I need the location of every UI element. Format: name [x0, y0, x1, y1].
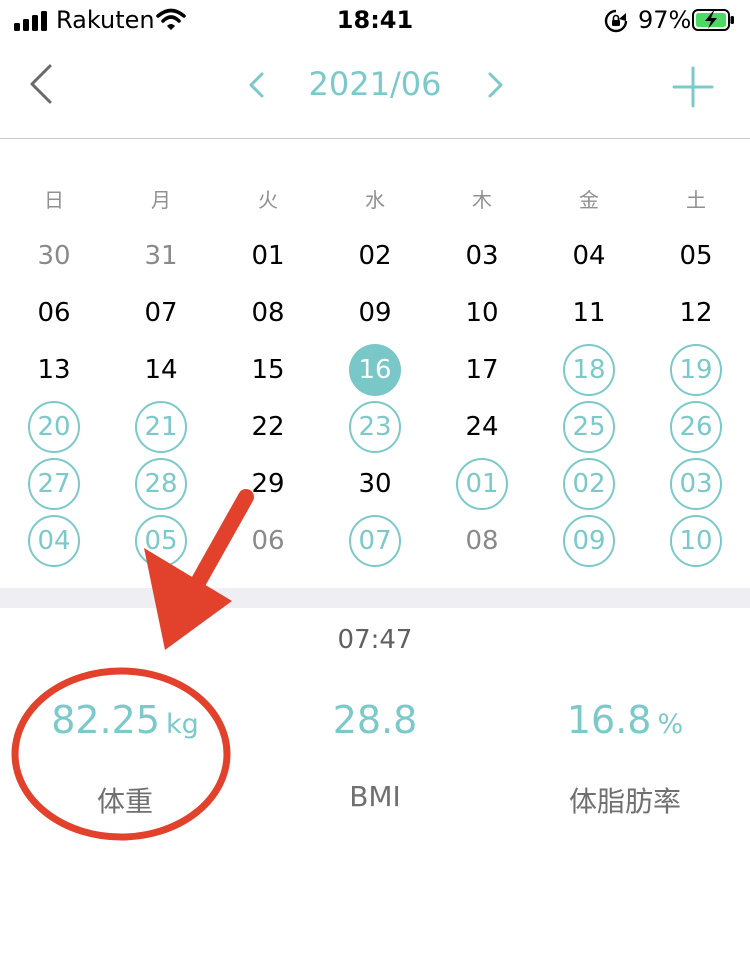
weight-label: 体重 — [96, 785, 153, 818]
weight-value: 82.25 kg — [10, 696, 240, 749]
month-title: 2021/06 — [308, 65, 442, 103]
battery-charging-icon — [692, 9, 734, 31]
weight-unit: kg — [166, 709, 199, 740]
calendar-day[interactable]: 08 — [456, 515, 508, 567]
calendar-day[interactable]: 30 — [349, 458, 401, 510]
battery-percentage: 97% — [638, 6, 692, 34]
calendar-day[interactable]: 19 — [670, 344, 722, 396]
calendar-day[interactable]: 16 — [349, 344, 401, 396]
next-month-button[interactable] — [480, 68, 510, 102]
calendar-day[interactable]: 03 — [456, 230, 508, 282]
calendar-day[interactable]: 06 — [242, 515, 294, 567]
calendar-day[interactable]: 22 — [242, 401, 294, 453]
annotation-arrow-shaft — [188, 489, 254, 594]
nav-bar: 2021/06 — [0, 42, 750, 139]
section-divider — [0, 588, 750, 608]
measurement-time: 07:47 — [337, 625, 413, 655]
calendar-day[interactable]: 01 — [242, 230, 294, 282]
calendar-day[interactable]: 13 — [28, 344, 80, 396]
calendar-day[interactable]: 02 — [563, 458, 615, 510]
calendar-day[interactable]: 23 — [349, 401, 401, 453]
calendar-day[interactable]: 29 — [242, 458, 294, 510]
calendar-day[interactable]: 14 — [135, 344, 187, 396]
weekday-label: 火 — [258, 188, 278, 212]
calendar-day[interactable]: 18 — [563, 344, 615, 396]
calendar-day[interactable]: 07 — [349, 515, 401, 567]
calendar-day[interactable]: 12 — [670, 287, 722, 339]
body-fat-label: 体脂肪率 — [568, 785, 681, 818]
calendar-day[interactable]: 09 — [349, 287, 401, 339]
calendar-day[interactable]: 21 — [135, 401, 187, 453]
calendar-day[interactable]: 27 — [28, 458, 80, 510]
rotation-lock-icon — [604, 9, 628, 33]
calendar-day[interactable]: 28 — [135, 458, 187, 510]
weekday-label: 日 — [44, 188, 64, 212]
weekday-label: 木 — [472, 188, 492, 212]
calendar-day[interactable]: 01 — [456, 458, 508, 510]
calendar-day[interactable]: 04 — [28, 515, 80, 567]
calendar-day[interactable]: 07 — [135, 287, 187, 339]
calendar-day[interactable]: 06 — [28, 287, 80, 339]
calendar-day[interactable]: 08 — [242, 287, 294, 339]
bmi-label: BMI — [349, 780, 401, 813]
app-screen: Rakuten 18:41 97% 2021/06 日 月 火 水 木 金 土 … — [0, 0, 750, 970]
weekday-label: 水 — [365, 188, 385, 212]
calendar-day[interactable]: 11 — [563, 287, 615, 339]
prev-month-button[interactable] — [242, 68, 272, 102]
calendar-day[interactable]: 24 — [456, 401, 508, 453]
add-record-button[interactable] — [670, 64, 716, 110]
calendar-day[interactable]: 20 — [28, 401, 80, 453]
calendar-day[interactable]: 03 — [670, 458, 722, 510]
calendar-day[interactable]: 25 — [563, 401, 615, 453]
calendar-day[interactable]: 10 — [670, 515, 722, 567]
calendar-day[interactable]: 17 — [456, 344, 508, 396]
body-fat-unit: % — [657, 709, 684, 740]
calendar-day[interactable]: 09 — [563, 515, 615, 567]
weekday-label: 土 — [686, 188, 706, 212]
calendar-day[interactable]: 30 — [28, 230, 80, 282]
body-fat-value: 16.8% — [510, 696, 740, 749]
weekday-label: 月 — [151, 188, 171, 212]
calendar-day[interactable]: 02 — [349, 230, 401, 282]
bmi-value: 28.8 — [332, 698, 418, 742]
calendar-day[interactable]: 05 — [135, 515, 187, 567]
back-button[interactable] — [22, 62, 62, 106]
body-fat-number: 16.8 — [566, 698, 652, 742]
calendar-day[interactable]: 04 — [563, 230, 615, 282]
calendar-day[interactable]: 31 — [135, 230, 187, 282]
weight-number: 82.25 — [51, 698, 160, 742]
calendar-day[interactable]: 26 — [670, 401, 722, 453]
calendar-day[interactable]: 15 — [242, 344, 294, 396]
calendar-day[interactable]: 05 — [670, 230, 722, 282]
calendar-day[interactable]: 10 — [456, 287, 508, 339]
status-bar: Rakuten 18:41 97% — [0, 0, 750, 42]
weekday-label: 金 — [579, 188, 599, 212]
